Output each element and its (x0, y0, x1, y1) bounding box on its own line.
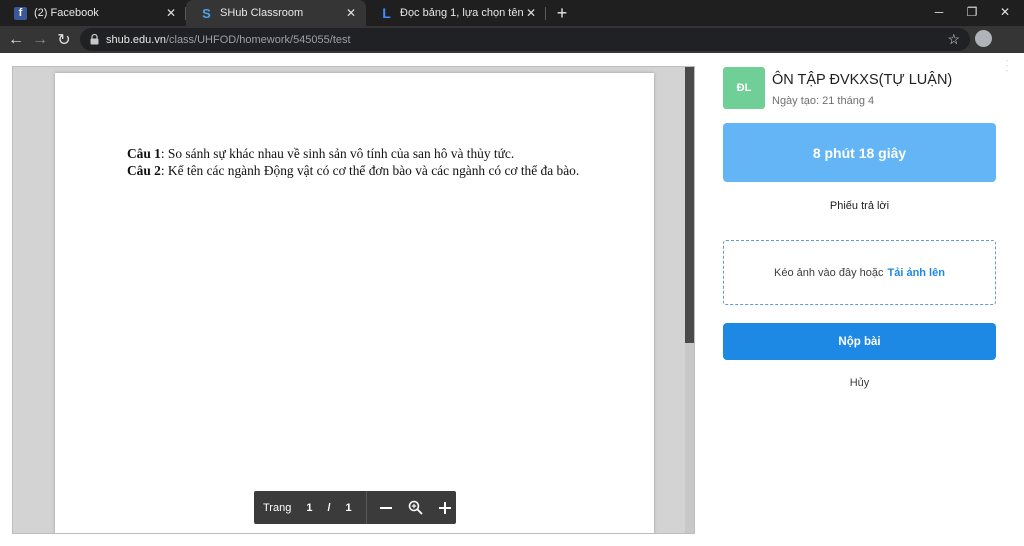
zoom-fit-icon[interactable] (404, 497, 426, 519)
homework-initials-badge: ĐL (723, 67, 765, 109)
countdown-timer: 8 phút 18 giây (723, 123, 996, 182)
back-arrow-icon[interactable]: ← (5, 29, 27, 51)
dropzone-text: Kéo ảnh vào đây hoặc (774, 266, 884, 279)
current-page[interactable]: 1 (306, 502, 312, 514)
new-tab-button[interactable]: + (552, 3, 572, 23)
browser-toolbar: ← → ↻ shub.edu.vn/class/UHFOD/homework/5… (0, 26, 1024, 73)
avatar[interactable] (975, 30, 992, 47)
tab-title: (2) Facebook (34, 7, 99, 19)
page-label: Trang (263, 501, 292, 514)
created-date: Ngày tạo: 21 tháng 4 (772, 95, 875, 107)
restore-icon[interactable]: ❐ (956, 0, 988, 24)
submit-button[interactable]: Nộp bài (723, 323, 996, 360)
answer-sheet-label: Phiếu trả lời (829, 200, 890, 212)
question-1-text: : So sánh sự khác nhau về sinh sản vô tí… (160, 146, 515, 161)
forward-arrow-icon[interactable]: → (29, 29, 51, 51)
facebook-icon: f (14, 6, 27, 20)
tab-strip: f (2) Facebook ✕ S SHub Classroom ✕ L Đọ… (0, 0, 1024, 26)
url-text: shub.edu.vn/class/UHFOD/homework/545055/… (106, 34, 351, 46)
pdf-page-toolbar: Trang 1 / 1 (254, 491, 456, 524)
document-text: Câu 1: So sánh sự khác nhau về sinh sản … (127, 145, 587, 179)
homework-title: ÔN TẬP ĐVKXS(TỰ LUẬN) (772, 72, 953, 88)
scrollbar[interactable] (685, 67, 694, 533)
zoom-out-icon[interactable] (375, 497, 397, 519)
question-1-label: Câu 1 (127, 146, 161, 161)
reload-icon[interactable]: ↻ (53, 29, 75, 51)
total-pages: 1 (345, 501, 352, 514)
zoom-in-icon[interactable] (434, 497, 456, 519)
star-icon[interactable]: ☆ (947, 31, 960, 48)
url-path: /class/UHFOD/homework/545055/test (165, 33, 351, 46)
menu-dots-icon[interactable]: ⋮ (1000, 54, 1014, 76)
toolbar-divider (365, 491, 367, 524)
tab-facebook[interactable]: f (2) Facebook ✕ (0, 0, 186, 26)
page-separator: / (327, 501, 331, 514)
minimize-icon[interactable]: ─ (923, 0, 955, 24)
shub-icon: S (202, 5, 211, 21)
lock-icon (90, 34, 100, 46)
tab-doc-bang[interactable]: L Đọc bảng 1, lựa chọn tên ngành ✕ (366, 0, 546, 26)
close-icon[interactable]: ✕ (164, 6, 178, 20)
question-1: Câu 1: So sánh sự khác nhau về sinh sản … (127, 145, 587, 162)
tab-title: SHub Classroom (220, 7, 304, 19)
question-2-label: Câu 2 (127, 163, 161, 178)
scrollbar-thumb[interactable] (685, 67, 694, 343)
tab-title: Đọc bảng 1, lựa chọn tên ngành (400, 7, 524, 19)
window-close-icon[interactable]: ✕ (989, 0, 1021, 24)
close-icon[interactable]: ✕ (344, 6, 358, 20)
l-logo-icon: L (382, 5, 391, 21)
address-bar[interactable]: shub.edu.vn/class/UHFOD/homework/545055/… (80, 28, 970, 51)
pdf-viewer[interactable]: Câu 1: So sánh sự khác nhau về sinh sản … (12, 66, 695, 534)
question-2: Câu 2: Kể tên các ngành Động vật có cơ t… (127, 162, 587, 179)
close-icon[interactable]: ✕ (524, 6, 538, 20)
upload-image-link[interactable]: Tải ảnh lên (888, 267, 945, 279)
cancel-button[interactable]: Hủy (723, 377, 996, 389)
image-dropzone[interactable]: Kéo ảnh vào đây hoặc Tải ảnh lên (723, 240, 996, 305)
question-2-text: : Kể tên các ngành Động vật có cơ thể đơ… (160, 163, 580, 178)
url-host: shub.edu.vn (106, 33, 166, 46)
pdf-page: Câu 1: So sánh sự khác nhau về sinh sản … (55, 73, 654, 533)
tab-shub-classroom[interactable]: S SHub Classroom ✕ (186, 0, 366, 26)
